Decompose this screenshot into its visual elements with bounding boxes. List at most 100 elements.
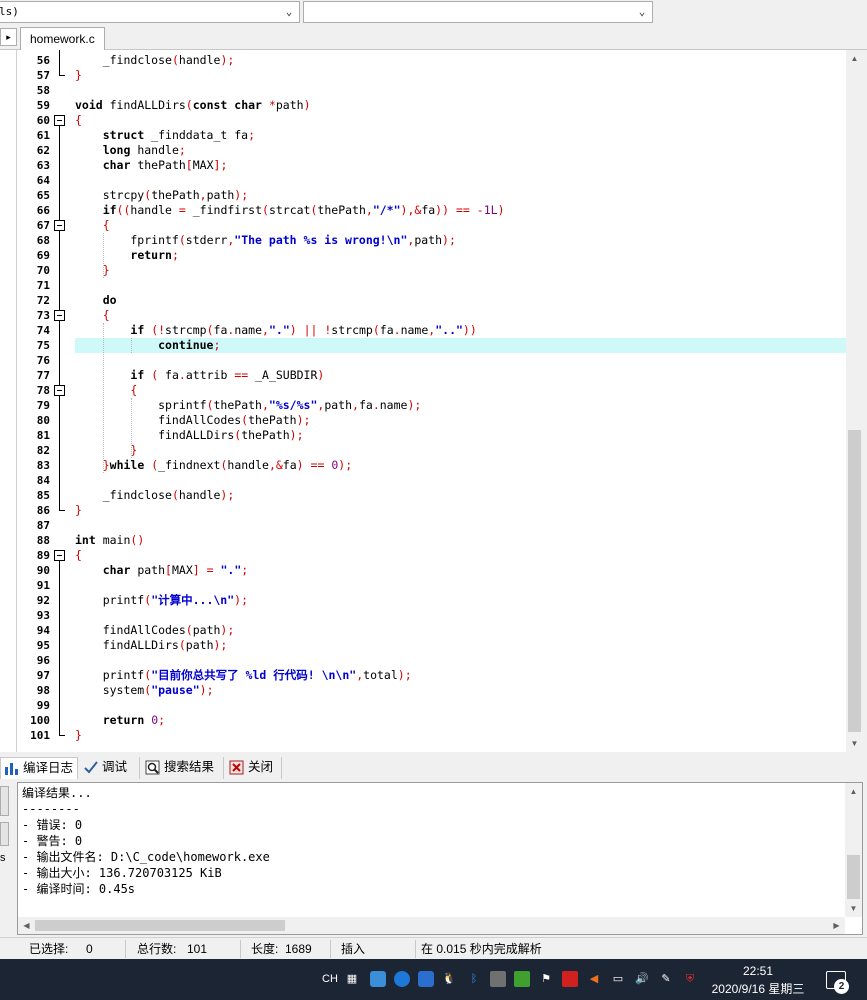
code-line[interactable]: if ( fa.attrib == _A_SUBDIR) [75, 368, 324, 383]
code-line[interactable]: } [75, 68, 82, 83]
code-line[interactable]: findAllCodes(path); [75, 623, 235, 638]
line-number: 68 [36, 234, 50, 247]
output-line: - 输出大小: 136.720703125 KiB [22, 866, 222, 880]
chevron-down-icon[interactable]: ⌄ [634, 2, 650, 22]
nvidia-icon[interactable] [514, 971, 530, 987]
code-line[interactable]: _findclose(handle); [75, 488, 235, 503]
ime-grid-icon[interactable]: ▦ [344, 971, 360, 987]
fold-toggle-icon[interactable] [54, 550, 65, 561]
shield-icon[interactable]: ⛨ [682, 971, 698, 987]
ime-icon[interactable]: ✎ [658, 971, 674, 987]
code-line[interactable]: char path[MAX] = "."; [75, 563, 248, 578]
tab-close[interactable]: 关闭 [226, 757, 282, 779]
search-icon [145, 760, 160, 775]
line-number: 97 [36, 669, 50, 682]
line-number: 66 [36, 204, 50, 217]
side-button[interactable] [0, 786, 9, 816]
code-editor[interactable]: 56 57 58 59 60 61 62 63 64 65 66 67 68 69 70 71 72 73 74 75… [17, 50, 846, 752]
code-line[interactable]: void findALLDirs(const char *path) [75, 98, 311, 113]
app-tray-icon[interactable] [370, 971, 386, 987]
code-line[interactable]: struct _finddata_t fa; [75, 128, 255, 143]
scroll-up-icon[interactable]: ▲ [846, 50, 863, 67]
code-line[interactable]: if((handle = _findfirst(strcat(thePath,"… [75, 203, 505, 218]
line-number: 73 [36, 309, 50, 322]
scroll-thumb[interactable] [35, 920, 285, 931]
scroll-left-icon[interactable]: ◀ [18, 917, 35, 934]
code-line[interactable]: { [75, 218, 110, 233]
line-number: 87 [36, 519, 50, 532]
code-line[interactable]: _findclose(handle); [75, 53, 235, 68]
fold-toggle-icon[interactable] [54, 310, 65, 321]
code-line[interactable]: char thePath[MAX]; [75, 158, 228, 173]
code-line[interactable]: do [75, 293, 117, 308]
tab-label: 编译日志 [23, 761, 74, 775]
drive-icon[interactable] [490, 971, 506, 987]
scroll-right-icon[interactable]: ▶ [828, 917, 845, 934]
code-line[interactable]: { [75, 308, 110, 323]
code-line[interactable]: return 0; [75, 713, 165, 728]
tab-scroll-arrow-icon[interactable]: ▸ [0, 28, 17, 46]
clock-time[interactable]: 22:51 [708, 963, 808, 979]
code-line[interactable]: findALLDirs(path); [75, 638, 228, 653]
output-v-scrollbar[interactable]: ▲ ▼ [845, 783, 862, 917]
fold-toggle-icon[interactable] [54, 385, 65, 396]
line-number-gutter: 56 57 58 59 60 61 62 63 64 65 66 67 68 69 70 71 72 73 74 75… [17, 50, 72, 752]
bluetooth-icon[interactable]: ᛒ [466, 971, 482, 987]
editor-scrollbar[interactable]: ▲ ▼ [846, 50, 863, 752]
code-line[interactable]: fprintf(stderr,"The path %s is wrong!\n"… [75, 233, 456, 248]
scroll-thumb[interactable] [847, 855, 860, 899]
code-line[interactable]: if (!strcmp(fa.name,".") || !strcmp(fa.n… [75, 323, 476, 338]
line-number: 74 [36, 324, 50, 337]
fold-toggle-icon[interactable] [54, 220, 65, 231]
windows-taskbar: CH ▦ 🐧 ᛒ ⚑ ◀ ▭ 🔊 ✎ ⛨ 22:51 2020/9/16 星期三… [0, 959, 867, 1000]
code-line[interactable]: int main() [75, 533, 144, 548]
code-line[interactable]: findALLDirs(thePath); [75, 428, 303, 443]
code-line[interactable]: { [75, 383, 137, 398]
tab-search-results[interactable]: 搜索结果 [142, 757, 224, 779]
code-area[interactable]: _findclose(handle);} void findALLDirs(con… [75, 50, 846, 752]
code-line[interactable]: } [75, 443, 137, 458]
line-number: 64 [36, 174, 50, 187]
browser-tray-icon[interactable] [394, 971, 410, 987]
output-h-scrollbar[interactable]: ◀ ▶ [18, 917, 845, 934]
clock-date[interactable]: 2020/9/16 星期三 [703, 981, 813, 997]
line-number: 69 [36, 249, 50, 262]
code-line[interactable]: }while (_findnext(handle,&fa) == 0); [75, 458, 352, 473]
qq-icon[interactable]: 🐧 [441, 971, 457, 987]
code-line[interactable]: system("pause"); [75, 683, 214, 698]
scroll-down-icon[interactable]: ▼ [845, 900, 862, 917]
code-line[interactable]: } [75, 263, 110, 278]
antivirus-icon[interactable] [562, 971, 578, 987]
scroll-down-icon[interactable]: ▼ [846, 735, 863, 752]
compile-log-output[interactable]: 编译结果... -------- - 错误: 0 - 警告: 0 - 输出文件名: D:… [17, 782, 863, 935]
tab-debug[interactable]: 调试 [80, 757, 140, 779]
cloud-tray-icon[interactable] [418, 971, 434, 987]
side-button[interactable] [0, 822, 9, 846]
network-icon[interactable]: ▭ [610, 971, 626, 987]
function-combo[interactable]: ls) ⌄ [0, 1, 300, 23]
code-line[interactable]: printf("目前你总共写了 %ld 行代码! \n\n",total); [75, 668, 412, 683]
code-line[interactable]: } [75, 728, 82, 743]
code-line[interactable]: strcpy(thePath,path); [75, 188, 248, 203]
volume-icon[interactable]: 🔊 [634, 971, 650, 987]
code-line[interactable]: sprintf(thePath,"%s/%s",path,fa.name); [75, 398, 421, 413]
code-line[interactable]: { [75, 548, 82, 563]
tab-homework-c[interactable]: homework.c [20, 27, 105, 50]
code-line[interactable]: } [75, 503, 82, 518]
speaker-alert-icon[interactable]: ◀ [586, 971, 602, 987]
code-line[interactable]: { [75, 113, 82, 128]
chevron-down-icon[interactable]: ⌄ [281, 2, 297, 22]
scroll-thumb[interactable] [848, 430, 861, 732]
code-line[interactable]: long handle; [75, 143, 186, 158]
fold-toggle-icon[interactable] [54, 115, 65, 126]
code-line[interactable]: printf("计算中...\n"); [75, 593, 248, 608]
tab-compile-log[interactable]: 编译日志 [0, 757, 78, 779]
code-line[interactable]: continue; [75, 338, 220, 353]
code-line[interactable]: findAllCodes(thePath); [75, 413, 310, 428]
tab-label: 调试 [102, 760, 128, 774]
flag-icon[interactable]: ⚑ [538, 971, 554, 987]
code-line[interactable]: return; [75, 248, 178, 263]
symbol-combo[interactable]: ⌄ [303, 1, 653, 23]
scroll-up-icon[interactable]: ▲ [845, 783, 862, 800]
input-language[interactable]: CH [319, 971, 341, 987]
